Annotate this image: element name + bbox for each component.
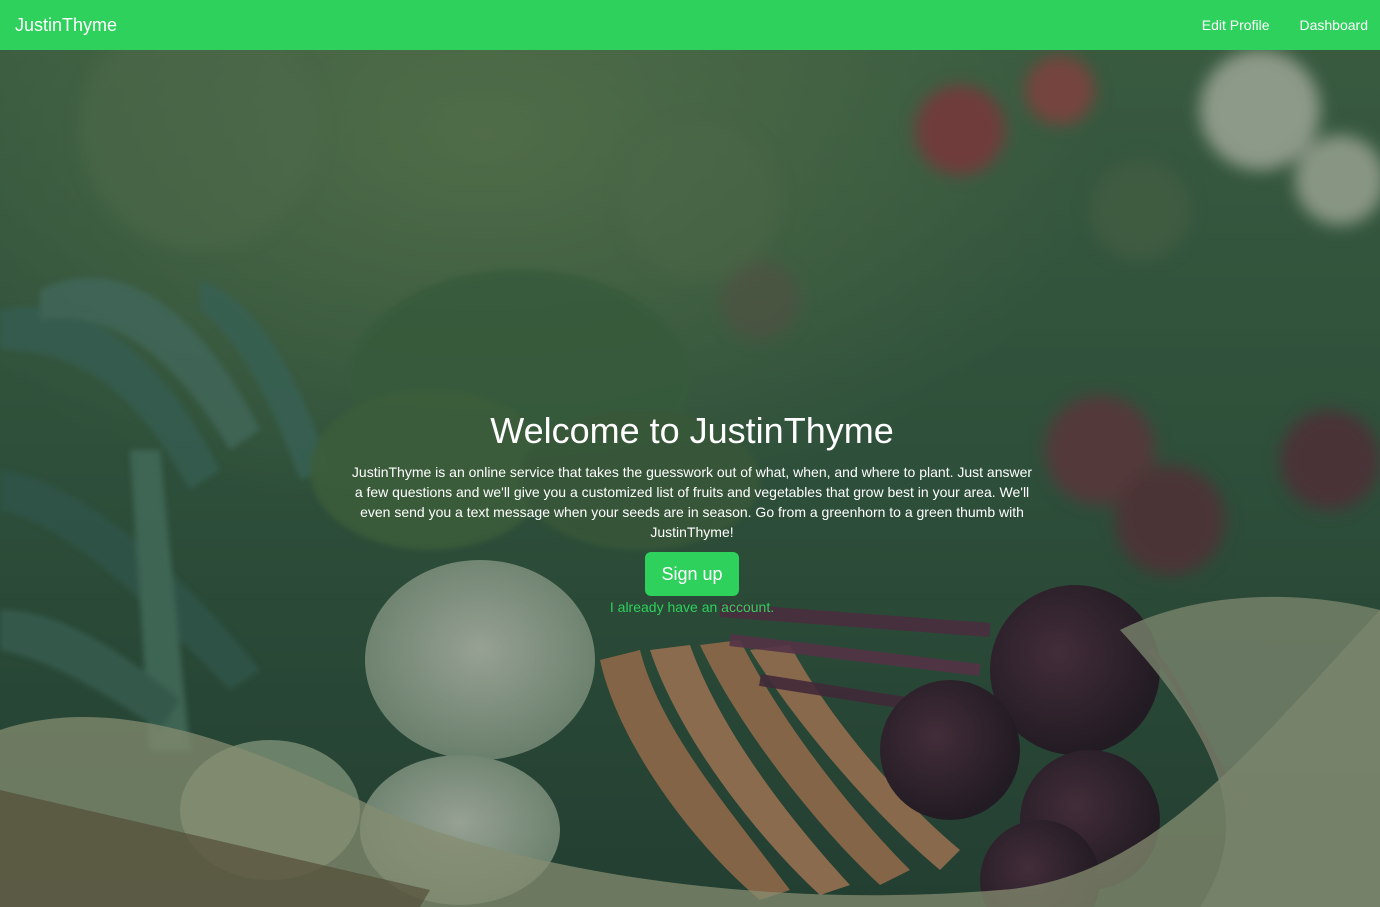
- top-navbar: JustinThyme Edit Profile Dashboard: [0, 0, 1380, 50]
- existing-account-link[interactable]: I already have an account.: [350, 598, 1034, 616]
- hero-description: JustinThyme is an online service that ta…: [351, 464, 1033, 540]
- nav-edit-profile-link[interactable]: Edit Profile: [1202, 17, 1270, 33]
- nav-dashboard-link[interactable]: Dashboard: [1300, 17, 1369, 33]
- nav-links: Edit Profile Dashboard: [1172, 17, 1368, 33]
- brand-logo-link[interactable]: JustinThyme: [15, 15, 117, 36]
- hero-title: Welcome to JustinThyme: [490, 410, 894, 451]
- hero-content: Welcome to JustinThyme JustinThyme is an…: [350, 408, 1034, 616]
- signup-button[interactable]: Sign up: [645, 552, 739, 596]
- hero-section: Welcome to JustinThyme JustinThyme is an…: [0, 50, 1380, 907]
